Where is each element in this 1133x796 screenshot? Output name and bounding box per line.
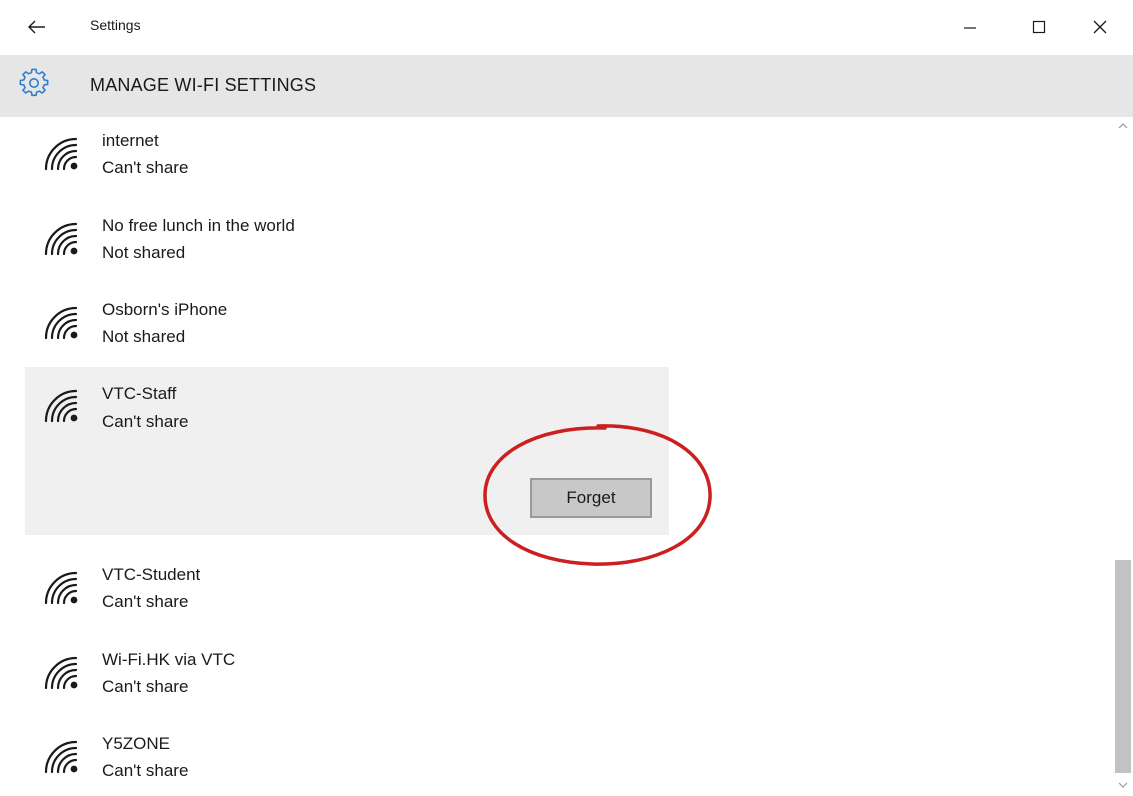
gear-icon xyxy=(19,68,49,97)
forget-button[interactable]: Forget xyxy=(530,478,652,518)
network-status: Not shared xyxy=(102,327,186,346)
network-name: VTC-Student xyxy=(102,565,201,584)
network-status: Can't share xyxy=(102,412,189,431)
wifi-icon xyxy=(44,137,78,171)
known-networks-list: internet Can't share No free lunch in th… xyxy=(0,117,1113,796)
network-name: Wi-Fi.HK via VTC xyxy=(102,650,236,669)
close-button[interactable] xyxy=(1082,10,1118,44)
wifi-icon xyxy=(44,222,78,256)
network-status: Not shared xyxy=(102,243,186,262)
wifi-icon xyxy=(44,656,78,690)
back-arrow-icon xyxy=(28,20,45,34)
maximize-icon xyxy=(1032,20,1046,34)
network-item-selected[interactable]: VTC-Staff Can't share Forget xyxy=(25,367,669,535)
close-icon xyxy=(1093,20,1107,34)
window-title: Settings xyxy=(90,17,141,33)
network-status: Can't share xyxy=(102,158,189,177)
network-item[interactable]: VTC-Student Can't share xyxy=(25,551,669,633)
scroll-down-button[interactable] xyxy=(1116,778,1130,792)
title-bar: Settings xyxy=(0,0,1133,55)
chevron-up-icon xyxy=(1118,123,1128,129)
page-header: MANAGE WI-FI SETTINGS xyxy=(0,55,1133,117)
vertical-scrollbar[interactable] xyxy=(1113,117,1133,796)
settings-window: Settings MANAGE WI-FI SETTINGS internet … xyxy=(0,0,1133,796)
network-name: Osborn's iPhone xyxy=(102,300,228,319)
back-button[interactable] xyxy=(22,12,52,42)
network-item[interactable]: Y5ZONE Can't share xyxy=(25,720,669,796)
wifi-icon xyxy=(44,306,78,340)
network-item[interactable]: Wi-Fi.HK via VTC Can't share xyxy=(25,636,669,718)
network-name: VTC-Staff xyxy=(102,384,177,403)
network-item[interactable]: internet Can't share xyxy=(25,117,669,199)
network-status: Can't share xyxy=(102,761,189,780)
maximize-button[interactable] xyxy=(1021,10,1057,44)
network-item[interactable]: Osborn's iPhone Not shared xyxy=(25,286,669,368)
minimize-button[interactable] xyxy=(952,10,988,44)
wifi-icon xyxy=(44,740,78,774)
network-item[interactable]: No free lunch in the world Not shared xyxy=(25,202,669,284)
network-name: internet xyxy=(102,131,159,150)
network-status: Can't share xyxy=(102,677,189,696)
network-status: Can't share xyxy=(102,592,189,611)
network-name: No free lunch in the world xyxy=(102,216,295,235)
minimize-icon xyxy=(964,27,976,29)
scroll-up-button[interactable] xyxy=(1116,119,1130,133)
scrollbar-thumb[interactable] xyxy=(1115,560,1131,773)
network-name: Y5ZONE xyxy=(102,734,171,753)
chevron-down-icon xyxy=(1118,782,1128,788)
wifi-icon xyxy=(44,389,78,423)
wifi-icon xyxy=(44,571,78,605)
page-title: MANAGE WI-FI SETTINGS xyxy=(90,75,317,95)
